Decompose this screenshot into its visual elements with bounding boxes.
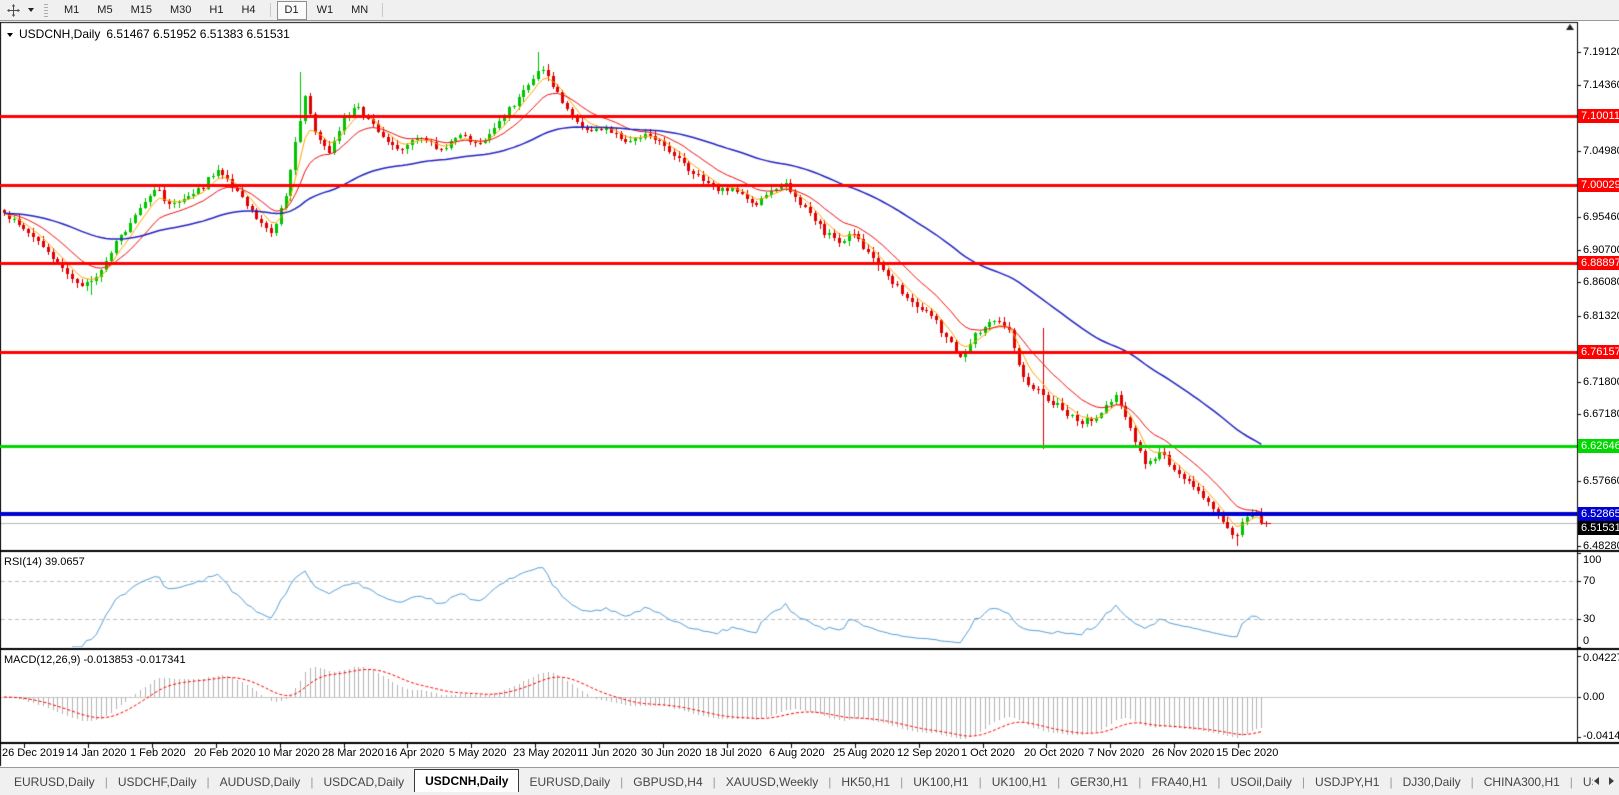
tab-hk50-h1[interactable]: HK50,H1 <box>831 773 900 792</box>
rsi-axis-tick: 100 <box>1583 554 1601 567</box>
chart-dropdown-icon[interactable] <box>7 33 13 37</box>
date-axis-label: 23 May 2020 <box>513 747 577 759</box>
caret-down-icon[interactable] <box>24 1 38 20</box>
rsi-axis-tick: 70 <box>1583 575 1595 588</box>
price-axis-tick: 7.14360 <box>1583 79 1619 92</box>
timeframe-button-mn[interactable]: MN <box>343 1 376 20</box>
price-axis-tick: 7.04980 <box>1583 145 1619 158</box>
toolbar-separator <box>270 3 271 17</box>
date-axis-label: 26 Dec 2019 <box>2 747 64 759</box>
tab-gbpusd-h4[interactable]: GBPUSD,H4 <box>623 773 712 792</box>
timeframe-button-m5[interactable]: M5 <box>89 1 120 20</box>
tab-china300-h1[interactable]: CHINA300,H1 <box>1474 773 1570 792</box>
tab-usdjpy-h1[interactable]: USDJPY,H1 <box>1305 773 1389 792</box>
timeframe-toolbar: M1M5M15M30H1H4 D1W1MN <box>0 0 1619 21</box>
tab-usdcad-daily[interactable]: USDCAD,Daily <box>313 773 414 792</box>
date-axis-label: 20 Oct 2020 <box>1024 747 1084 759</box>
tab-audusd-daily[interactable]: AUDUSD,Daily <box>210 773 311 792</box>
tab-uk100-h1[interactable]: UK100,H1 <box>903 773 978 792</box>
date-axis-label: 18 Jul 2020 <box>705 747 762 759</box>
price-axis-tick: 6.71800 <box>1583 376 1619 389</box>
crosshair-tool-icon[interactable] <box>2 1 24 20</box>
date-axis-label: 30 Jun 2020 <box>641 747 702 759</box>
macd-indicator-label: MACD(12,26,9) -0.013853 -0.017341 <box>4 654 186 666</box>
date-axis-label: 6 Aug 2020 <box>769 747 825 759</box>
price-level-badge: 6.76157 <box>1578 345 1619 359</box>
caret-right-icon <box>1609 777 1614 785</box>
price-level-badge: 7.10011 <box>1578 109 1619 123</box>
date-axis-label: 26 Nov 2020 <box>1152 747 1214 759</box>
tab-scroll-right-button[interactable] <box>1607 776 1616 786</box>
tab-xauusd-weekly[interactable]: XAUUSD,Weekly <box>716 773 828 792</box>
price-axis-tick: 6.81320 <box>1583 310 1619 323</box>
price-axis-tick: 6.67180 <box>1583 408 1619 421</box>
date-axis-label: 25 Aug 2020 <box>833 747 895 759</box>
chart-symbol-label: USDCNH,Daily <box>19 27 100 41</box>
rsi-axis-tick: 0 <box>1583 635 1589 648</box>
timeframe-button-d1[interactable]: D1 <box>277 1 307 20</box>
timeframe-button-m15[interactable]: M15 <box>123 1 160 20</box>
chart-ohlc-values: 6.51467 6.51952 6.51383 6.51531 <box>106 27 290 41</box>
tab-fra40-h1[interactable]: FRA40,H1 <box>1141 773 1217 792</box>
tab-scroll-left-button[interactable] <box>1592 776 1601 786</box>
tab-usoil-daily[interactable]: USOil,Daily <box>1221 773 1302 792</box>
tab-usdcnh-daily[interactable]: USDCNH,Daily <box>414 769 519 792</box>
rsi-axis-tick: 30 <box>1583 613 1595 626</box>
chart-tab-bar: EURUSD,Daily|USDCHF,Daily|AUDUSD,Daily|U… <box>0 767 1619 795</box>
date-axis-label: 1 Oct 2020 <box>961 747 1015 759</box>
chart-tabs: EURUSD,Daily|USDCHF,Daily|AUDUSD,Daily|U… <box>4 768 1593 792</box>
macd-axis-tick: -0.04148 <box>1583 730 1619 743</box>
tab-ger30-h1[interactable]: GER30,H1 <box>1060 773 1138 792</box>
date-axis-label: 11 Jun 2020 <box>577 747 637 759</box>
date-axis-label: 28 Mar 2020 <box>322 747 384 759</box>
timeframe-button-m1[interactable]: M1 <box>56 1 87 20</box>
macd-axis-tick: 0.00 <box>1583 691 1604 704</box>
price-level-badge: 6.62646 <box>1578 439 1619 453</box>
toolbar-separator <box>382 3 383 17</box>
toolbar-drag-grip[interactable] <box>44 4 48 17</box>
price-level-badge: 6.88897 <box>1578 256 1619 270</box>
timeframe-buttons: M1M5M15M30H1H4 D1W1MN <box>55 1 388 20</box>
date-axis-label: 12 Sep 2020 <box>897 747 959 759</box>
chart-canvas[interactable] <box>0 0 1619 795</box>
date-axis-label: 10 Mar 2020 <box>258 747 320 759</box>
price-axis-tick: 7.19120 <box>1583 46 1619 59</box>
macd-axis-tick: 0.042275 <box>1583 652 1619 665</box>
price-axis-tick: 6.95460 <box>1583 211 1619 224</box>
mt4-terminal: M1M5M15M30H1H4 D1W1MN USDCNH,Daily 6.5146… <box>0 0 1619 795</box>
date-axis-label: 14 Jan 2020 <box>66 747 127 759</box>
date-axis-label: 16 Apr 2020 <box>385 747 444 759</box>
date-axis-label: 5 May 2020 <box>449 747 506 759</box>
time-axis[interactable]: 26 Dec 201914 Jan 20201 Feb 2020 20 Feb 2… <box>0 744 1577 765</box>
current-price-badge: 6.51531 <box>1578 521 1619 535</box>
timeframe-button-w1[interactable]: W1 <box>309 1 342 20</box>
tab-uk100-h1[interactable]: UK100,H1 <box>982 773 1057 792</box>
chart-header: USDCNH,Daily 6.51467 6.51952 6.51383 6.5… <box>7 27 290 41</box>
date-axis-label: 7 Nov 2020 <box>1088 747 1144 759</box>
timeframe-button-m30[interactable]: M30 <box>162 1 199 20</box>
date-axis-label: 1 Feb 2020 <box>130 747 186 759</box>
tab-us[interactable]: US <box>1573 773 1593 792</box>
date-axis-label: 15 Dec 2020 <box>1216 747 1278 759</box>
price-axis[interactable]: 7.191207.143607.049806.954606.907006.860… <box>1577 22 1619 744</box>
tab-usdchf-daily[interactable]: USDCHF,Daily <box>108 773 207 792</box>
price-axis-tick: 6.48280 <box>1583 540 1619 553</box>
tab-dj30-daily[interactable]: DJ30,Daily <box>1393 773 1471 792</box>
price-axis-tick: 6.86080 <box>1583 276 1619 289</box>
tab-eurusd-daily[interactable]: EURUSD,Daily <box>4 773 105 792</box>
price-level-badge: 7.00029 <box>1578 178 1619 192</box>
date-axis-label: 20 Feb 2020 <box>194 747 256 759</box>
timeframe-button-h4[interactable]: H4 <box>233 1 263 20</box>
timeframe-button-h1[interactable]: H1 <box>201 1 231 20</box>
price-level-badge: 6.52865 <box>1578 507 1619 521</box>
caret-left-icon <box>1594 777 1599 785</box>
price-axis-tick: 6.57660 <box>1583 475 1619 488</box>
tab-eurusd-daily[interactable]: EURUSD,Daily <box>519 773 620 792</box>
rsi-indicator-label: RSI(14) 39.0657 <box>4 556 85 568</box>
